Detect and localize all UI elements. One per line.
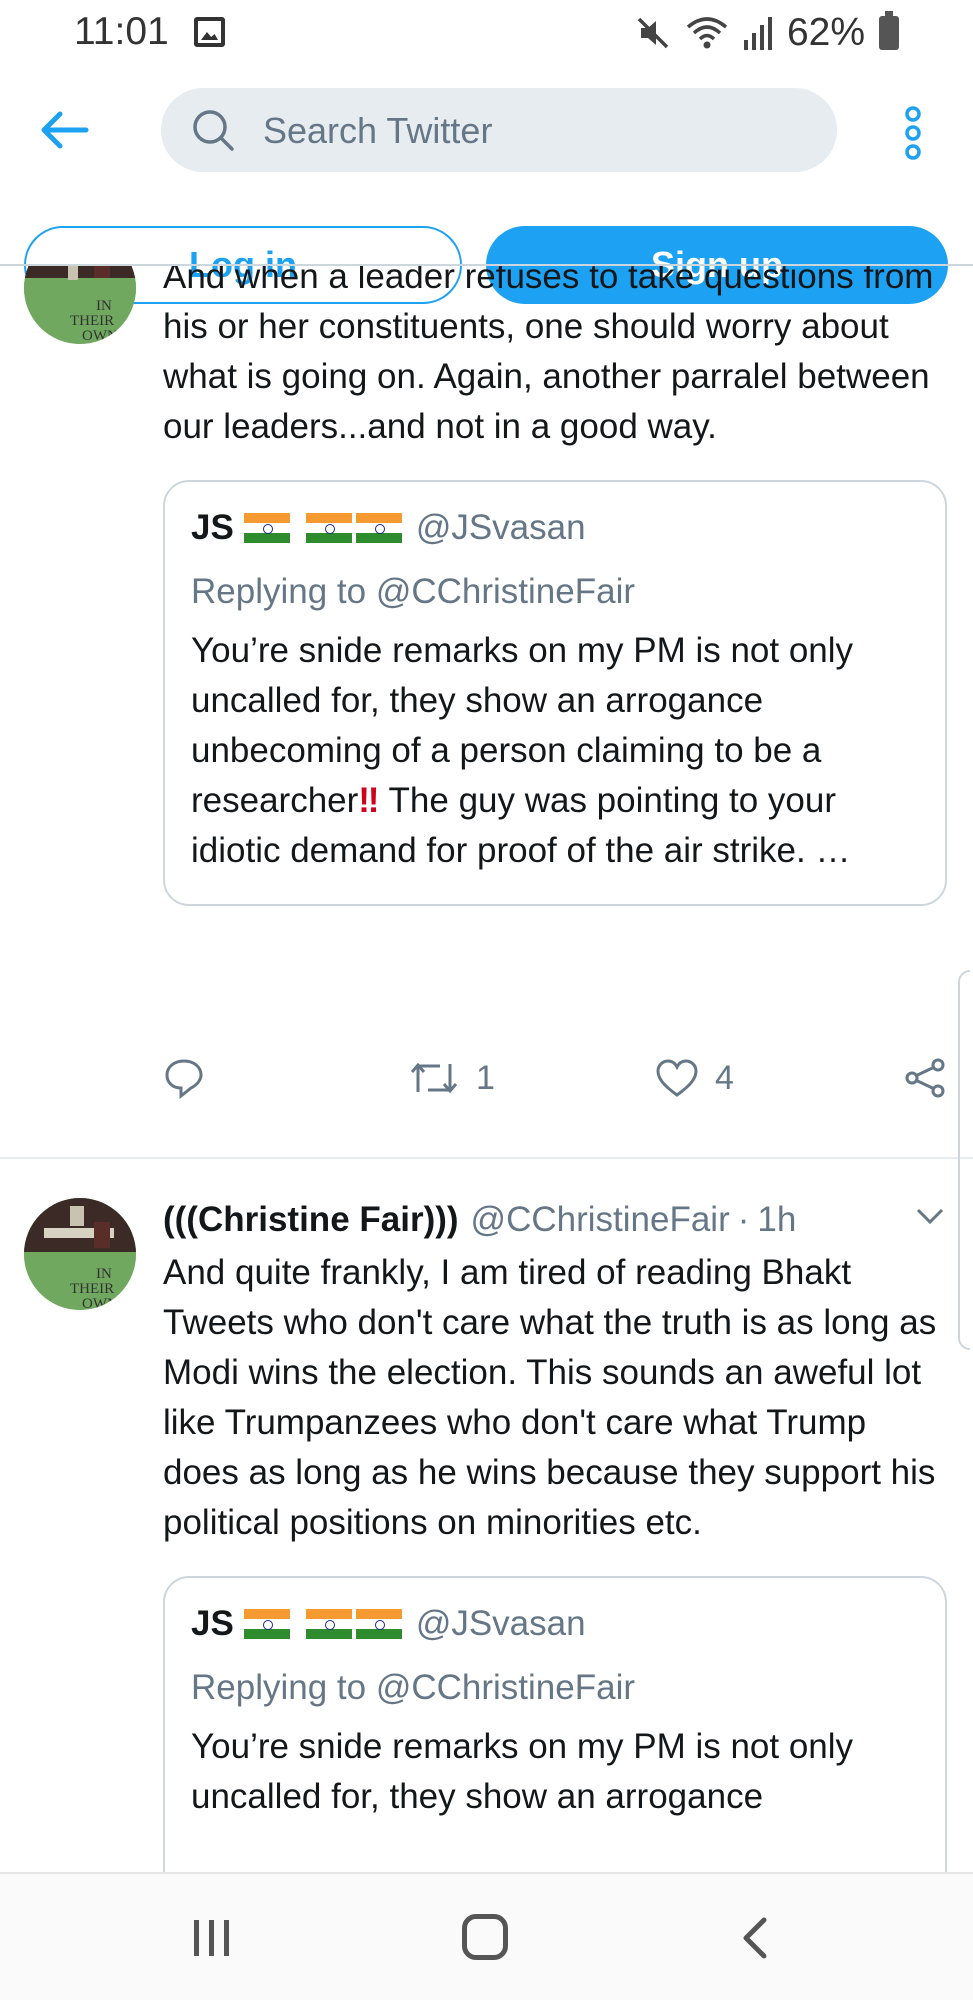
- quoted-author-name: JS: [191, 508, 234, 547]
- replying-to: Replying to @CChristineFair: [191, 1668, 636, 1707]
- india-flag-icon: [243, 513, 290, 543]
- svg-text:IN: IN: [96, 298, 112, 314]
- svg-text:IN: IN: [96, 1266, 112, 1282]
- quoted-tweet-header: JS @JSvasan: [191, 1596, 919, 1652]
- search-box[interactable]: Search Twitter: [161, 88, 837, 172]
- india-flag-icon: [305, 513, 352, 543]
- search-input[interactable]: Search Twitter: [263, 110, 492, 152]
- recent-apps-icon[interactable]: [190, 1918, 234, 1958]
- avatar-image: IN THEIR OWN: [24, 266, 136, 344]
- quoted-tweet-header: JS @JSvasan: [191, 500, 919, 556]
- search-icon: [193, 110, 234, 151]
- quoted-tweet[interactable]: JS @JSvasan Replying to @CChristineFair …: [163, 1576, 947, 1872]
- wifi-icon: [686, 17, 728, 49]
- author-handle[interactable]: @CChristineFair: [471, 1200, 730, 1240]
- battery-percentage: 62%: [786, 11, 865, 54]
- home-button-icon[interactable]: [462, 1914, 508, 1960]
- tweet-time[interactable]: 1h: [757, 1200, 796, 1240]
- quoted-author-name: JS: [191, 1604, 234, 1643]
- timeline-feed[interactable]: IN THEIR OWN And when a leader refuses t…: [0, 266, 973, 1872]
- retweet-button[interactable]: 1: [408, 1048, 495, 1108]
- avatar[interactable]: IN THEIR OWN: [24, 266, 136, 344]
- tweet-actions: 1 4: [163, 1048, 947, 1108]
- tweet-body: And when a leader refuses to take questi…: [163, 266, 947, 906]
- author-name[interactable]: (((Christine Fair))): [163, 1200, 459, 1240]
- avatar[interactable]: IN THEIR OWN: [24, 1198, 136, 1310]
- status-time: 11:01: [74, 10, 169, 53]
- avatar-image: IN THEIR OWN: [24, 1198, 136, 1310]
- chevron-down-icon[interactable]: [915, 1206, 945, 1226]
- share-button[interactable]: [903, 1048, 947, 1108]
- image-notification-icon: [194, 17, 225, 47]
- separator-dot: ·: [737, 1200, 750, 1239]
- tweet-text: And quite frankly, I am tired of reading…: [163, 1253, 937, 1542]
- more-options-icon[interactable]: [903, 106, 923, 160]
- svg-text:THEIR: THEIR: [70, 1281, 114, 1297]
- status-bar: 11:01 62%: [0, 0, 973, 66]
- scroll-indicator: [958, 970, 970, 1350]
- replying-to: Replying to @CChristineFair: [191, 572, 636, 611]
- tweet-header: (((Christine Fair))) @CChristineFair · 1…: [163, 1192, 947, 1248]
- system-navigation-bar: [0, 1872, 973, 2000]
- retweet-count: 1: [476, 1058, 495, 1097]
- reply-button[interactable]: [163, 1048, 205, 1108]
- mute-icon: [637, 17, 669, 49]
- like-button[interactable]: 4: [655, 1048, 734, 1108]
- status-icons: 62%: [635, 10, 899, 56]
- top-header: Search Twitter Log in Sign up: [0, 66, 973, 304]
- battery-icon: [879, 11, 899, 50]
- back-icon[interactable]: [740, 1916, 770, 1960]
- quoted-author-handle: @JSvasan: [415, 508, 586, 547]
- share-icon: [905, 1058, 945, 1098]
- quoted-tweet-text: You’re snide remarks on my PM is not onl…: [191, 1727, 854, 1816]
- signal-icon: [743, 17, 772, 50]
- svg-text:OWN: OWN: [82, 328, 118, 344]
- like-count: 4: [715, 1058, 734, 1097]
- retweet-icon: [410, 1062, 458, 1094]
- heart-icon: [656, 1059, 698, 1097]
- back-arrow-icon[interactable]: [38, 104, 90, 156]
- india-flag-icon: [355, 513, 402, 543]
- india-flag-icon: [243, 1609, 290, 1639]
- tweet-text: And when a leader refuses to take questi…: [163, 266, 934, 446]
- svg-text:OWN: OWN: [82, 1296, 118, 1310]
- quoted-author-handle: @JSvasan: [415, 1604, 586, 1643]
- svg-text:THEIR: THEIR: [70, 313, 114, 329]
- quoted-tweet-text: You’re snide remarks on my PM is not onl…: [191, 626, 919, 876]
- quoted-tweet[interactable]: JS @JSvasan Replying to @CChristineFair …: [163, 480, 947, 906]
- tweet-divider: [0, 1157, 973, 1159]
- india-flag-icon: [355, 1609, 402, 1639]
- india-flag-icon: [305, 1609, 352, 1639]
- tweet-body: (((Christine Fair))) @CChristineFair · 1…: [163, 1192, 947, 1872]
- reply-icon: [165, 1059, 203, 1099]
- double-exclamation-emoji: ‼: [358, 781, 380, 820]
